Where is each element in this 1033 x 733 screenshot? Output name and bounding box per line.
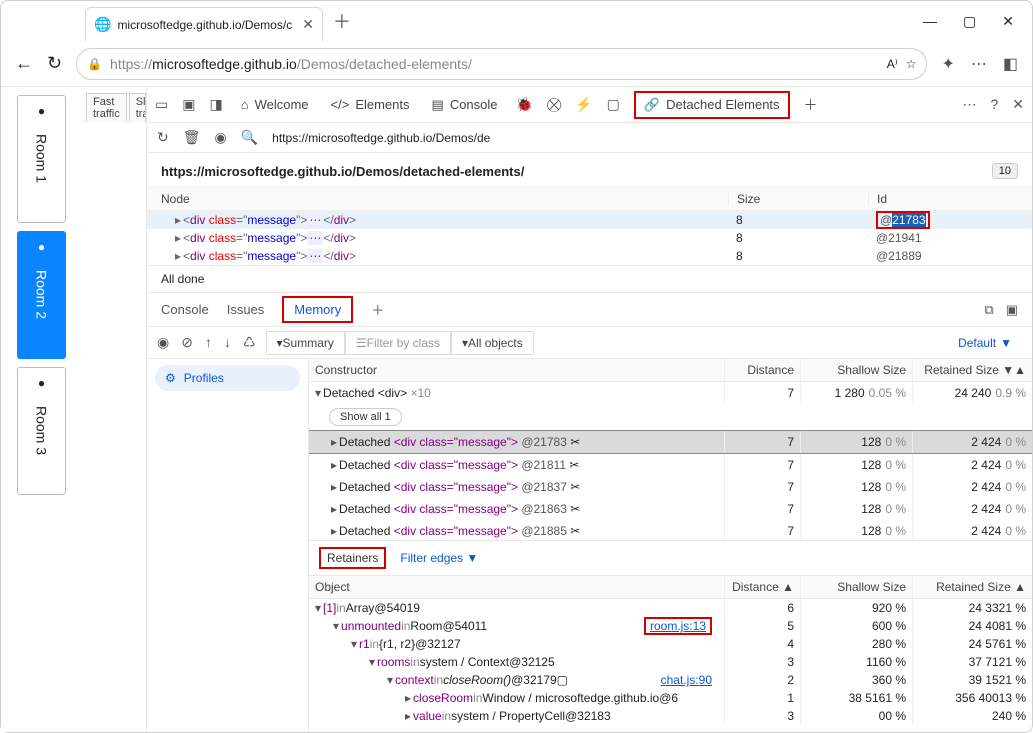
maximize-icon[interactable]: ▢ (963, 13, 976, 30)
memory-item-row[interactable]: ▸Detached <div class="message"> @21863 ✂… (309, 498, 1032, 520)
tab-detached-elements[interactable]: 🔗 Detached Elements (634, 91, 790, 119)
favorite-icon[interactable]: ☆ (906, 57, 917, 71)
close-tab-icon[interactable]: ✕ (302, 16, 314, 33)
browser-tab[interactable]: 🌐 microsoftedge.github.io/Demos/c ✕ (85, 7, 323, 41)
dock-icon[interactable]: ◨ (209, 96, 222, 113)
node-table-header: Node Size Id (147, 187, 1032, 211)
room-1[interactable]: Room 1 (17, 95, 66, 223)
status-text: All done (147, 265, 1032, 293)
read-aloud-icon[interactable]: A⁾ (887, 57, 898, 71)
tab-elements[interactable]: </> Elements (327, 93, 414, 116)
detached-path: https://microsoftedge.github.io/Demos/de… (147, 153, 1032, 187)
new-tab-button[interactable]: ＋ (333, 8, 351, 34)
retainers-header: Object Distance ▲ Shallow Size Retained … (309, 576, 1032, 599)
record-icon[interactable]: ◉ (157, 334, 169, 351)
refresh-icon[interactable]: ↻ (47, 53, 62, 74)
retainers-bar: Retainers Filter edges ▼ (309, 540, 1032, 576)
app-icon[interactable]: ▢ (607, 96, 620, 113)
summary-select[interactable]: ▾Summary (266, 331, 345, 355)
tab-console[interactable]: ▤ Console (428, 93, 502, 117)
room-3[interactable]: Room 3 (17, 367, 66, 495)
profiles-pane: ⚙ Profiles (147, 359, 309, 732)
add-tab-icon[interactable]: ＋ (804, 95, 818, 115)
collect-gc-icon[interactable]: ↻ (157, 129, 169, 146)
url-box[interactable]: 🔒 https://microsoftedge.github.io/Demos/… (76, 48, 927, 80)
memory-grid-header: Constructor Distance Shallow Size Retain… (309, 359, 1032, 382)
minimize-icon[interactable]: — (923, 13, 937, 30)
settings-icon: ⚙ (165, 371, 176, 385)
drawer-tab-memory[interactable]: Memory (282, 296, 353, 323)
constructor-group-row[interactable]: ▾Detached <div> ×10 7 1 2800.05 % 24 240… (309, 382, 1032, 404)
drawer-tabs: Console Issues Memory ＋ ⧉ ▣ (147, 293, 1032, 327)
node-row[interactable]: ▸<div class="message">⋯</div> 8 @21889 (147, 247, 1032, 265)
close-window-icon[interactable]: ✕ (1002, 13, 1014, 30)
lock-icon: 🔒 (87, 57, 102, 71)
traffic-tabs: Fast traffic Slow tra (76, 91, 146, 122)
tab-welcome[interactable]: ⌂ Welcome (237, 93, 313, 116)
count-badge: 10 (992, 163, 1018, 179)
retainer-row[interactable]: ▸closeRoom in Window / microsoftedge.git… (309, 689, 1032, 707)
memory-item-row[interactable]: ▸Detached <div class="message"> @21783 ✂… (309, 430, 1032, 454)
allobjects-select[interactable]: ▾All objects (451, 331, 534, 355)
filter-edges[interactable]: Filter edges ▼ (400, 551, 478, 565)
wifi-icon[interactable]: ⛒ (547, 96, 561, 113)
retainer-row[interactable]: ▾[1] in Array @54019 6 920 % 24 3321 % (309, 599, 1032, 617)
more-icon[interactable]: ⋯ (962, 96, 976, 113)
tab-title: microsoftedge.github.io/Demos/c (117, 18, 292, 32)
memory-toolbar: ◉ ⊘ ↑ ↓ ♺ ▾Summary ☰ Filter by class ▾Al… (147, 327, 1032, 359)
memory-item-row[interactable]: ▸Detached <div class="message"> @21811 ✂… (309, 454, 1032, 476)
download-icon[interactable]: ↓ (224, 334, 231, 351)
back-icon[interactable]: ← (15, 53, 33, 74)
filter-input[interactable]: ☰ Filter by class (345, 331, 451, 355)
help-icon[interactable]: ? (990, 96, 998, 113)
toolbar-url: https://microsoftedge.github.io/Demos/de (272, 131, 490, 145)
dock-drawer-icon[interactable]: ⧉ (984, 302, 993, 318)
device-icon[interactable]: ▣ (182, 96, 195, 113)
memory-item-row[interactable]: ▸Detached <div class="message"> @21837 ✂… (309, 476, 1032, 498)
devtools-tabbar: ▭ ▣ ◨ ⌂ Welcome </> Elements ▤ Console 🐞… (147, 87, 1032, 123)
retainers-label: Retainers (319, 547, 386, 569)
eye-icon[interactable]: ◉ (215, 129, 227, 146)
add-drawer-tab-icon[interactable]: ＋ (371, 300, 384, 319)
trash-icon[interactable]: 🗑 (183, 129, 201, 146)
retainer-row[interactable]: ▾context in closeRoom() @32179 ▢chat.js:… (309, 671, 1032, 689)
memory-item-row[interactable]: ▸Detached <div class="message"> @21885 ✂… (309, 520, 1032, 540)
menu-icon[interactable]: ⋯ (971, 54, 987, 74)
drawer-tab-console[interactable]: Console (161, 298, 209, 321)
sidebar-icon[interactable]: ◧ (1003, 54, 1018, 74)
drawer-tab-issues[interactable]: Issues (227, 298, 265, 321)
inspect-icon[interactable]: ▭ (155, 96, 168, 113)
search-icon[interactable]: 🔍 (241, 129, 258, 146)
titlebar: 🌐 microsoftedge.github.io/Demos/c ✕ ＋ — … (1, 1, 1032, 41)
close-devtools-icon[interactable]: ✕ (1012, 96, 1024, 113)
bug-icon[interactable]: 🐞 (516, 96, 533, 113)
address-bar: ← ↻ 🔒 https://microsoftedge.github.io/De… (1, 41, 1032, 87)
show-all-button[interactable]: Show all 1 (329, 408, 402, 426)
gc-icon[interactable]: ♺ (243, 334, 256, 351)
clear-icon[interactable]: ⊘ (181, 334, 193, 351)
retainer-row[interactable]: ▾r1 in {r1, r2} @32127 4 280 % 24 5761 % (309, 635, 1032, 653)
performance-icon[interactable]: ⚡ (575, 96, 592, 113)
app-sidebar: Room 1 Room 2 Room 3 (1, 87, 76, 732)
upload-icon[interactable]: ↑ (205, 334, 212, 351)
retainer-row[interactable]: ▾unmounted in Room @54011room.js:13 5 60… (309, 617, 1032, 635)
detached-toolbar: ↻ 🗑 ◉ 🔍 https://microsoftedge.github.io/… (147, 123, 1032, 153)
globe-icon: 🌐 (94, 16, 111, 33)
default-dropdown[interactable]: Default ▼ (958, 336, 1032, 350)
room-2[interactable]: Room 2 (17, 231, 66, 359)
extensions-icon[interactable]: ✦ (941, 54, 954, 74)
profiles-item[interactable]: ⚙ Profiles (155, 365, 300, 391)
fast-traffic-tab[interactable]: Fast traffic (86, 93, 127, 122)
slow-traffic-tab[interactable]: Slow tra (129, 93, 146, 122)
devtools: ▭ ▣ ◨ ⌂ Welcome </> Elements ▤ Console 🐞… (146, 87, 1032, 732)
retainer-row[interactable]: ▾rooms in system / Context @32125 3 1160… (309, 653, 1032, 671)
retainer-row[interactable]: ▸value in system / PropertyCell @32183 3… (309, 707, 1032, 725)
expand-drawer-icon[interactable]: ▣ (1006, 302, 1018, 318)
node-row[interactable]: ▸<div class="message">⋯</div> 8 @21783 (147, 211, 1032, 229)
node-row[interactable]: ▸<div class="message">⋯</div> 8 @21941 (147, 229, 1032, 247)
